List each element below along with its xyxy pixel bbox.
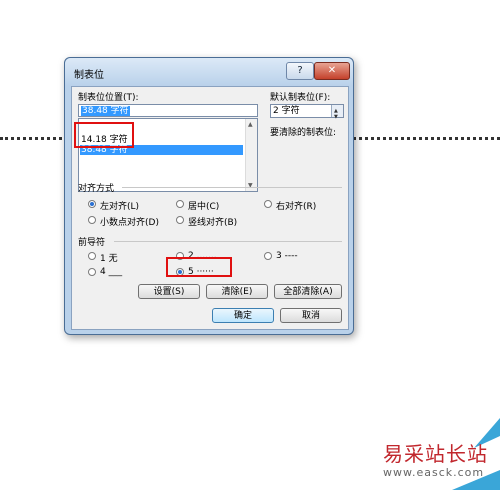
- dialog-title: 制表位: [74, 70, 104, 81]
- tab-stops-dialog: 制表位 ? ✕ 制表位位置(T): 38.48 字符 14.18 字符 38.4…: [64, 57, 354, 335]
- ok-button[interactable]: 确定: [212, 308, 274, 323]
- leader-underline-radio[interactable]: [88, 268, 96, 276]
- clear-all-button[interactable]: 全部清除(A): [274, 284, 342, 299]
- dialog-titlebar[interactable]: 制表位 ? ✕: [65, 58, 353, 86]
- spin-down-icon[interactable]: ▼: [334, 111, 338, 123]
- default-tab-stop-label: 默认制表位(F):: [270, 93, 331, 103]
- watermark-name: 易采站长站: [383, 442, 488, 466]
- alignment-group-label: 对齐方式: [78, 184, 115, 194]
- leader-group-divider: [114, 241, 342, 242]
- align-decimal-radio[interactable]: [88, 216, 96, 224]
- leader-underline-label: 4 ___: [100, 267, 123, 277]
- leader-none-label: 1 无: [100, 254, 118, 264]
- align-right-label: 右对齐(R): [276, 202, 317, 212]
- align-bar-label: 竖线对齐(B): [188, 218, 238, 228]
- leader-group-label: 前导符: [78, 238, 106, 248]
- close-button[interactable]: ✕: [314, 62, 350, 80]
- align-center-label: 居中(C): [188, 202, 220, 212]
- list-scrollbar[interactable]: ▲ ▼: [245, 119, 257, 191]
- scroll-up-arrow-icon[interactable]: ▲: [248, 121, 253, 128]
- clear-button[interactable]: 清除(E): [206, 284, 268, 299]
- tabs-to-clear-label: 要清除的制表位:: [270, 128, 337, 138]
- align-left-radio[interactable]: [88, 200, 96, 208]
- set-button[interactable]: 设置(S): [138, 284, 200, 299]
- tab-stop-position-input[interactable]: 38.48 字符: [78, 104, 258, 117]
- default-tab-stop-value: 2 字符: [273, 106, 300, 116]
- watermark-url: www.easck.com: [383, 466, 485, 479]
- annotation-highlight-leader: [166, 257, 232, 277]
- align-center-radio[interactable]: [176, 200, 184, 208]
- default-tab-stop-input[interactable]: 2 字符 ▲ ▼: [270, 104, 344, 120]
- tab-stop-position-value: 38.48 字符: [81, 106, 130, 116]
- leader-dashes-label: 3 ----: [276, 251, 298, 261]
- leader-dashes-radio[interactable]: [264, 252, 272, 260]
- align-right-radio[interactable]: [264, 200, 272, 208]
- align-decimal-label: 小数点对齐(D): [100, 218, 159, 228]
- align-bar-radio[interactable]: [176, 216, 184, 224]
- default-tab-stop-spinner[interactable]: ▲ ▼: [331, 105, 343, 120]
- leader-none-radio[interactable]: [88, 252, 96, 260]
- align-left-label: 左对齐(L): [100, 202, 140, 212]
- alignment-group-divider: [122, 187, 342, 188]
- cancel-button[interactable]: 取消: [280, 308, 342, 323]
- tab-stop-position-label: 制表位位置(T):: [78, 93, 139, 103]
- annotation-highlight-tab-stop: [74, 122, 134, 148]
- help-button[interactable]: ?: [286, 62, 314, 80]
